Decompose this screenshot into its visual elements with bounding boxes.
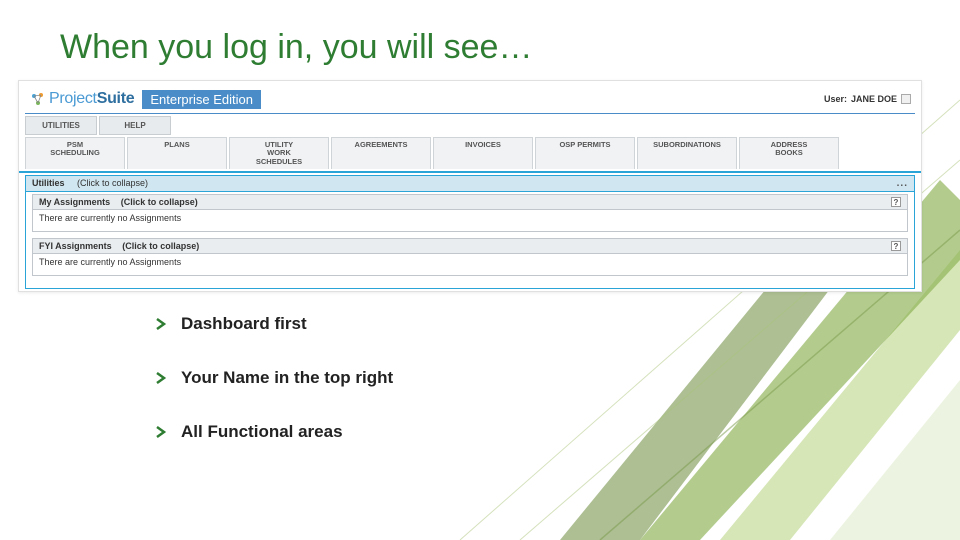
my-assignments-body: There are currently no Assignments — [32, 210, 908, 232]
subtab-psm[interactable]: PSMSCHEDULING — [25, 137, 125, 169]
help-icon[interactable]: ? — [891, 241, 901, 251]
subtab-osp[interactable]: OSP PERMITS — [535, 137, 635, 169]
subtab-agreements[interactable]: AGREEMENTS — [331, 137, 431, 169]
menu-help[interactable]: HELP — [99, 116, 171, 135]
fyi-assignments-hint: (Click to collapse) — [122, 241, 199, 251]
utilities-panel-header[interactable]: Utilities (Click to collapse) ... — [25, 175, 915, 192]
logo-text: ProjectSuite — [49, 90, 134, 108]
panel-title: Utilities — [32, 178, 65, 188]
bullet-text: Your Name in the top right — [181, 368, 393, 388]
my-assignments-header[interactable]: My Assignments (Click to collapse) ? — [32, 194, 908, 210]
panel-hint: (Click to collapse) — [77, 178, 148, 188]
my-assignments-title: My Assignments — [39, 197, 110, 207]
list-item: Dashboard first — [155, 314, 855, 334]
fyi-assignments-header[interactable]: FYI Assignments (Click to collapse) ? — [32, 238, 908, 254]
subtab-subordinations[interactable]: SUBORDINATIONS — [637, 137, 737, 169]
list-item: All Functional areas — [155, 422, 855, 442]
subtab-row: PSMSCHEDULING PLANS UTILITYWORKSCHEDULES… — [19, 137, 921, 173]
top-menu: UTILITIES HELP — [19, 114, 921, 137]
menu-utilities[interactable]: UTILITIES — [25, 116, 97, 135]
my-assignments-hint: (Click to collapse) — [121, 197, 198, 207]
edition-badge: Enterprise Edition — [142, 90, 261, 109]
fyi-assignments-title: FYI Assignments — [39, 241, 112, 251]
app-logo: ProjectSuite Enterprise Edition — [29, 90, 261, 109]
subtab-plans[interactable]: PLANS — [127, 137, 227, 169]
user-info: User: JANE DOE — [824, 94, 911, 104]
subtab-invoices[interactable]: INVOICES — [433, 137, 533, 169]
utilities-panel-body: My Assignments (Click to collapse) ? The… — [25, 192, 915, 289]
key-icon[interactable] — [901, 94, 911, 104]
slide-title: When you log in, you will see… — [60, 28, 532, 67]
subtab-address[interactable]: ADDRESSBOOKS — [739, 137, 839, 169]
chevron-right-icon — [155, 318, 167, 330]
help-icon[interactable]: ? — [891, 197, 901, 207]
bullet-text: All Functional areas — [181, 422, 343, 442]
panel-menu-icon[interactable]: ... — [897, 178, 908, 189]
fyi-assignments-body: There are currently no Assignments — [32, 254, 908, 276]
logo-icon — [29, 91, 45, 107]
bullet-list: Dashboard first Your Name in the top rig… — [155, 314, 855, 476]
chevron-right-icon — [155, 372, 167, 384]
subtab-uws[interactable]: UTILITYWORKSCHEDULES — [229, 137, 329, 169]
app-screenshot: ProjectSuite Enterprise Edition User: JA… — [18, 80, 922, 292]
list-item: Your Name in the top right — [155, 368, 855, 388]
bullet-text: Dashboard first — [181, 314, 307, 334]
chevron-right-icon — [155, 426, 167, 438]
